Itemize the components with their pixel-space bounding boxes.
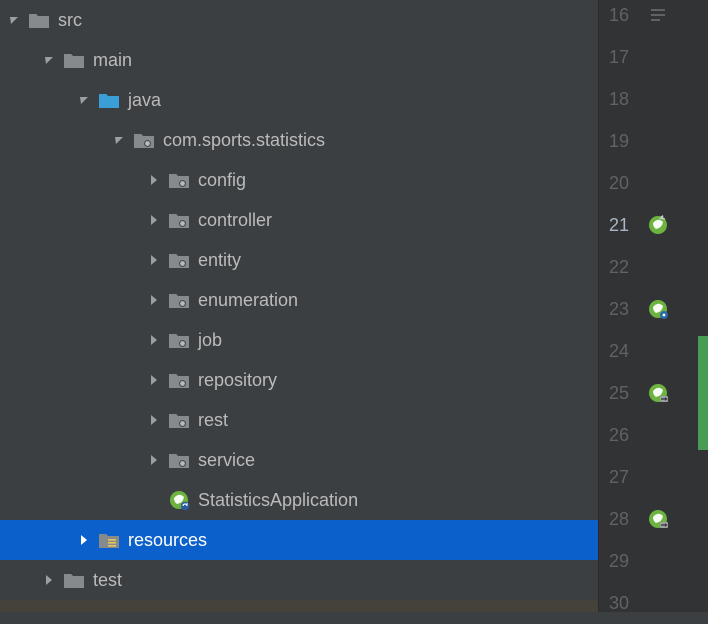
line-number: 26 (609, 425, 637, 446)
tree-item-label: StatisticsApplication (198, 491, 358, 509)
chevron-down-icon[interactable] (111, 132, 127, 148)
tree-item-label: entity (198, 251, 241, 269)
package-folder-icon (168, 449, 190, 471)
line-number: 25 (609, 383, 637, 404)
gutter-line-27[interactable]: 27 (599, 456, 708, 498)
grey-folder-icon (28, 9, 50, 31)
line-number: 29 (609, 551, 637, 572)
chevron-right-icon[interactable] (146, 452, 162, 468)
tree-item-label: controller (198, 211, 272, 229)
spring-autowired-icon[interactable] (647, 382, 669, 404)
resources-folder-icon (98, 529, 120, 551)
gutter-line-17[interactable]: 17 (599, 36, 708, 78)
line-number: 18 (609, 89, 637, 110)
gutter-line-18[interactable]: 18 (599, 78, 708, 120)
tree-item-entity[interactable]: entity (0, 240, 598, 280)
tree-item-target[interactable]: target (0, 600, 598, 612)
tree-item-label: service (198, 451, 255, 469)
line-number: 23 (609, 299, 637, 320)
package-folder-icon (168, 249, 190, 271)
chevron-right-icon[interactable] (146, 292, 162, 308)
spring-class-folder-icon (168, 489, 190, 511)
tree-item-main[interactable]: main (0, 40, 598, 80)
project-tree-panel[interactable]: src main java com.sports.statistics conf… (0, 0, 598, 612)
tree-item-label: test (93, 571, 122, 589)
tree-item-test[interactable]: test (0, 560, 598, 600)
package-folder-icon (168, 289, 190, 311)
tree-item-com-sports-statistics[interactable]: com.sports.statistics (0, 120, 598, 160)
line-number: 17 (609, 47, 637, 68)
tree-item-job[interactable]: job (0, 320, 598, 360)
tree-item-label: config (198, 171, 246, 189)
tree-item-statisticsapplication[interactable]: StatisticsApplication (0, 480, 598, 520)
line-number: 21 (609, 215, 637, 236)
package-folder-icon (168, 409, 190, 431)
softwrap-icon[interactable] (647, 4, 669, 26)
spring-ok-icon[interactable] (647, 214, 669, 236)
line-number: 22 (609, 257, 637, 278)
grey-folder-icon (63, 49, 85, 71)
package-folder-icon (168, 369, 190, 391)
tree-item-label: repository (198, 371, 277, 389)
tree-item-service[interactable]: service (0, 440, 598, 480)
gutter-line-24[interactable]: 24 (599, 330, 708, 372)
gutter-line-28[interactable]: 28 (599, 498, 708, 540)
line-number: 16 (609, 5, 637, 26)
gutter-line-23[interactable]: 23 (599, 288, 708, 330)
line-number: 28 (609, 509, 637, 530)
chevron-right-icon[interactable] (146, 212, 162, 228)
chevron-down-icon[interactable] (76, 92, 92, 108)
chevron-right-icon[interactable] (146, 372, 162, 388)
tree-item-label: java (128, 91, 161, 109)
package-folder-icon (168, 209, 190, 231)
blue-folder-icon (98, 89, 120, 111)
chevron-right-icon[interactable] (146, 172, 162, 188)
gutter-line-26[interactable]: 26 (599, 414, 708, 456)
scroll-marker (698, 336, 708, 450)
tree-item-label: job (198, 331, 222, 349)
package-folder-icon (168, 169, 190, 191)
editor-gutter: 16 17 18 19 20 21 22 23 24 25 26 27 28 29 (598, 0, 708, 612)
line-number: 20 (609, 173, 637, 194)
gutter-line-22[interactable]: 22 (599, 246, 708, 288)
tree-item-label: enumeration (198, 291, 298, 309)
line-number: 24 (609, 341, 637, 362)
spring-cfg-icon[interactable] (647, 298, 669, 320)
chevron-right-icon[interactable] (146, 332, 162, 348)
gutter-line-16[interactable]: 16 (599, 0, 708, 36)
line-number: 30 (609, 593, 637, 614)
gutter-line-19[interactable]: 19 (599, 120, 708, 162)
chevron-down-icon[interactable] (6, 12, 22, 28)
tree-item-rest[interactable]: rest (0, 400, 598, 440)
tree-item-label: rest (198, 411, 228, 429)
chevron-right-icon[interactable] (76, 532, 92, 548)
gutter-line-21[interactable]: 21 (599, 204, 708, 246)
tree-item-enumeration[interactable]: enumeration (0, 280, 598, 320)
line-number: 19 (609, 131, 637, 152)
gutter-line-30[interactable]: 30 (599, 582, 708, 624)
line-number: 27 (609, 467, 637, 488)
chevron-right-icon[interactable] (41, 572, 57, 588)
package-folder-icon (168, 329, 190, 351)
gutter-line-25[interactable]: 25 (599, 372, 708, 414)
spring-autowired-icon[interactable] (647, 508, 669, 530)
tree-item-label: resources (128, 531, 207, 549)
tree-item-controller[interactable]: controller (0, 200, 598, 240)
gutter-line-29[interactable]: 29 (599, 540, 708, 582)
tree-item-resources[interactable]: resources (0, 520, 598, 560)
tree-item-label: com.sports.statistics (163, 131, 325, 149)
tree-item-config[interactable]: config (0, 160, 598, 200)
tree-item-repository[interactable]: repository (0, 360, 598, 400)
tree-item-label: main (93, 51, 132, 69)
grey-folder-icon (63, 569, 85, 591)
tree-item-java[interactable]: java (0, 80, 598, 120)
chevron-down-icon[interactable] (41, 52, 57, 68)
chevron-right-icon[interactable] (146, 412, 162, 428)
gutter-line-20[interactable]: 20 (599, 162, 708, 204)
chevron-right-icon[interactable] (146, 252, 162, 268)
tree-item-label: src (58, 11, 82, 29)
tree-item-src[interactable]: src (0, 0, 598, 40)
package-folder-icon (133, 129, 155, 151)
